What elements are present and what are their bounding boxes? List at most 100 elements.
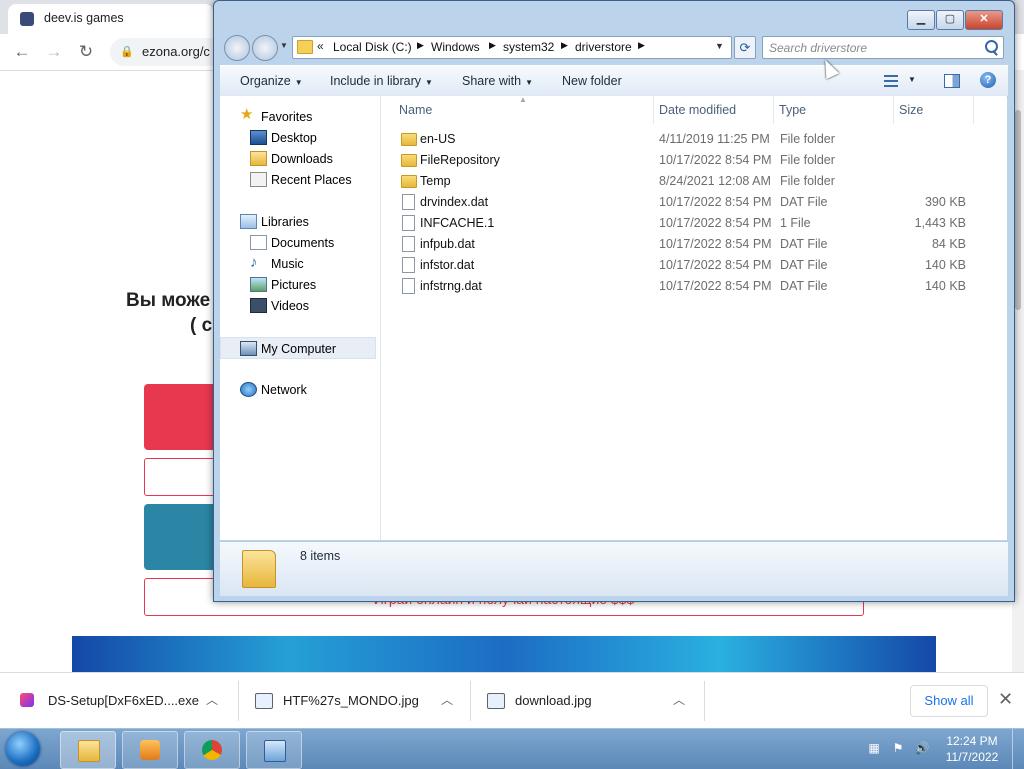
file-date: 10/17/2022 8:54 PM — [659, 195, 772, 209]
nav-desktop[interactable]: Desktop — [220, 127, 374, 147]
nav-videos[interactable]: Videos — [220, 295, 374, 315]
details-pane: 8 items — [220, 541, 1008, 596]
breadcrumb-arrow-icon[interactable]: ▶ — [417, 40, 424, 51]
nav-favorites[interactable]: ★ Favorites — [220, 106, 374, 126]
column-type[interactable]: Type — [779, 103, 806, 117]
close-icon[interactable]: ✕ — [998, 689, 1013, 710]
file-size: 140 KB — [924, 258, 966, 272]
nav-music[interactable]: ♪ Music — [220, 253, 374, 273]
new-folder-button[interactable]: New folder — [562, 74, 622, 88]
include-in-library-menu[interactable]: Include in library ▼ — [330, 74, 433, 88]
folder-icon — [401, 133, 417, 146]
show-desktop-button[interactable] — [1012, 729, 1024, 769]
nav-libraries[interactable]: Libraries — [220, 211, 374, 231]
forward-button[interactable] — [252, 35, 278, 61]
lock-icon: 🔒 — [120, 46, 134, 58]
start-button[interactable] — [6, 732, 40, 766]
column-date-modified[interactable]: Date modified — [659, 103, 736, 117]
network-tray-icon[interactable]: ▦ — [866, 741, 882, 755]
chrome-taskbar-button[interactable] — [184, 731, 240, 769]
image-file-icon — [487, 693, 505, 709]
view-options-icon[interactable] — [884, 75, 898, 87]
nav-downloads[interactable]: Downloads — [220, 148, 374, 168]
volume-icon[interactable]: 🔊 — [914, 741, 930, 755]
preview-pane-icon[interactable] — [944, 74, 960, 88]
nav-documents[interactable]: Documents — [220, 232, 374, 252]
nav-label: Videos — [271, 299, 309, 313]
chevron-up-icon[interactable]: ︿ — [206, 691, 218, 708]
image-file-icon — [255, 693, 273, 709]
reload-icon[interactable]: ↻ — [76, 42, 96, 62]
nav-recent-places[interactable]: Recent Places — [220, 169, 374, 189]
recent-pages-chevron-icon[interactable]: ▼ — [280, 41, 288, 50]
nav-pictures[interactable]: Pictures — [220, 274, 374, 294]
close-window-button[interactable]: ✕ — [965, 10, 1003, 30]
file-row[interactable]: infpub.dat 10/17/2022 8:54 PM DAT File 8… — [393, 233, 983, 254]
file-name: INFCACHE.1 — [420, 216, 495, 230]
breadcrumb-driverstore[interactable]: driverstore — [575, 40, 632, 54]
explorer-taskbar-button[interactable] — [60, 731, 116, 769]
file-date: 10/17/2022 8:54 PM — [659, 279, 772, 293]
chevron-up-icon[interactable]: ︿ — [673, 691, 685, 708]
control-panel-taskbar-button[interactable] — [246, 731, 302, 769]
minimize-button[interactable]: ▁ — [907, 10, 935, 30]
column-divider[interactable] — [653, 96, 654, 124]
back-button[interactable] — [224, 35, 250, 61]
breadcrumb-overflow[interactable]: « — [317, 39, 324, 53]
search-box[interactable] — [762, 36, 1004, 59]
column-name[interactable]: Name — [399, 103, 432, 117]
clock-time[interactable]: 12:24 PM — [944, 734, 1000, 748]
share-with-menu[interactable]: Share with ▼ — [462, 74, 533, 88]
breadcrumb-arrow-icon[interactable]: ▶ — [561, 40, 568, 51]
back-arrow-icon[interactable]: ← — [12, 42, 32, 62]
folder-icon — [401, 175, 417, 188]
breadcrumb-windows[interactable]: Windows — [431, 40, 480, 54]
maximize-button[interactable]: ▢ — [936, 10, 964, 30]
column-divider[interactable] — [773, 96, 774, 124]
file-row[interactable]: infstor.dat 10/17/2022 8:54 PM DAT File … — [393, 254, 983, 275]
column-divider[interactable] — [973, 96, 974, 124]
download-item[interactable]: DS-Setup[DxF6xED....exe ︿ — [0, 673, 238, 729]
file-row[interactable]: infstrng.dat 10/17/2022 8:54 PM DAT File… — [393, 275, 983, 296]
search-input[interactable] — [769, 40, 979, 55]
command-bar: Organize ▼ Include in library ▼ Share with… — [220, 65, 1008, 97]
explorer-address-bar[interactable]: « Local Disk (C:) ▶ Windows ▶ system32 ▶… — [292, 36, 732, 59]
nav-network[interactable]: Network — [220, 379, 374, 399]
scrollbar-thumb[interactable] — [1015, 110, 1021, 310]
file-type: DAT File — [780, 258, 828, 272]
file-row[interactable]: FileRepository 10/17/2022 8:54 PM File f… — [393, 149, 983, 170]
game-banner[interactable] — [72, 636, 936, 672]
file-row[interactable]: en-US 4/11/2019 11:25 PM File folder — [393, 128, 983, 149]
breadcrumb-local-disk[interactable]: Local Disk (C:) — [333, 40, 412, 54]
forward-arrow-icon[interactable]: → — [44, 42, 64, 62]
media-player-taskbar-button[interactable] — [122, 731, 178, 769]
chevron-down-icon[interactable]: ▼ — [715, 41, 724, 51]
file-row[interactable]: Temp 8/24/2021 12:08 AM File folder — [393, 170, 983, 191]
breadcrumb-arrow-icon[interactable]: ▶ — [489, 40, 496, 51]
chevron-up-icon[interactable]: ︿ — [441, 691, 453, 708]
file-icon — [402, 257, 415, 273]
clock-date[interactable]: 11/7/2022 — [944, 750, 1000, 764]
nav-my-computer[interactable]: My Computer — [220, 337, 376, 359]
column-size[interactable]: Size — [899, 103, 923, 117]
browser-tab[interactable]: deev.is games — [8, 4, 213, 34]
address-bar[interactable]: 🔒 ezona.org/c — [110, 38, 230, 66]
help-icon[interactable]: ? — [980, 72, 996, 88]
column-divider[interactable] — [893, 96, 894, 124]
chrome-icon — [202, 740, 222, 760]
download-item[interactable]: download.jpg ︿ — [471, 673, 704, 729]
nav-label: Libraries — [261, 215, 309, 229]
breadcrumb-arrow-icon[interactable]: ▶ — [638, 40, 645, 51]
file-date: 8/24/2021 12:08 AM — [659, 174, 771, 188]
tab-title: deev.is games — [44, 11, 124, 25]
folder-icon — [401, 154, 417, 167]
refresh-icon[interactable]: ⟳ — [734, 36, 756, 59]
file-row[interactable]: INFCACHE.1 10/17/2022 8:54 PM 1 File 1,4… — [393, 212, 983, 233]
file-row[interactable]: drvindex.dat 10/17/2022 8:54 PM DAT File… — [393, 191, 983, 212]
show-all-button[interactable]: Show all — [910, 685, 988, 717]
organize-menu[interactable]: Organize ▼ — [240, 74, 303, 88]
download-item[interactable]: HTF%27s_MONDO.jpg ︿ — [239, 673, 470, 729]
action-center-flag-icon[interactable]: ⚑ — [890, 741, 906, 755]
breadcrumb-system32[interactable]: system32 — [503, 40, 554, 54]
view-chevron-down-icon[interactable]: ▼ — [908, 75, 916, 84]
